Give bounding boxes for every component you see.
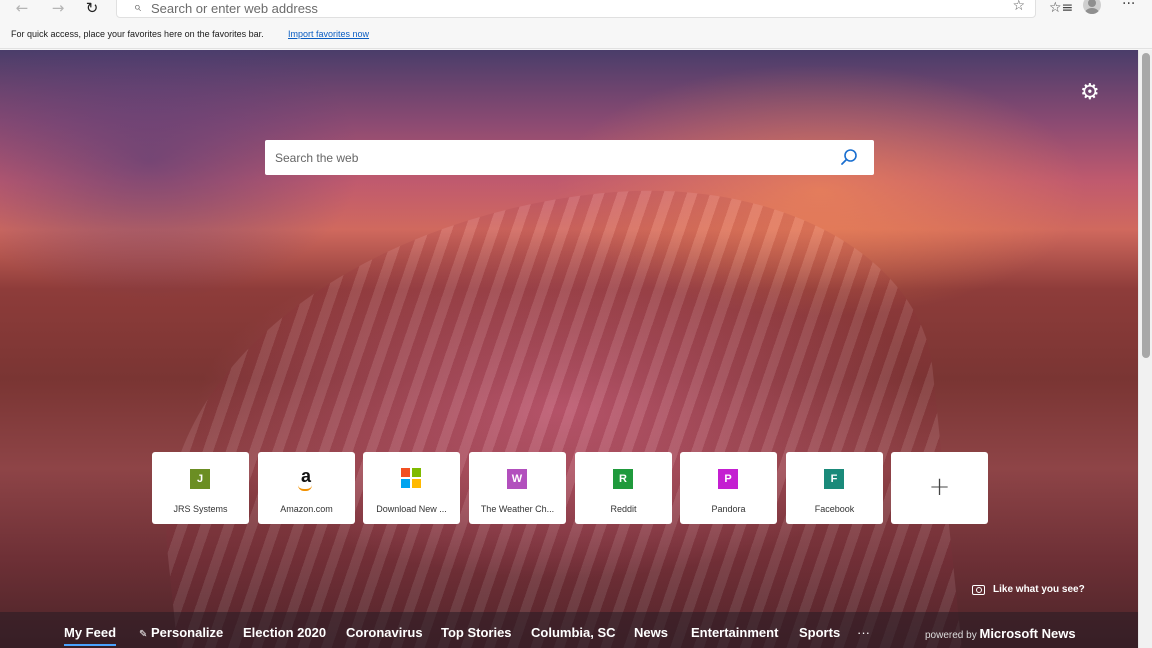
search-icon: ⌕ xyxy=(133,0,141,15)
camera-icon xyxy=(972,584,985,595)
more-tabs-button[interactable]: ··· xyxy=(857,625,870,640)
quick-link-amazon[interactable]: a Amazon.com xyxy=(258,452,355,524)
favorites-list-icon[interactable]: ☆≡ xyxy=(1049,0,1073,16)
microsoft-logo-icon xyxy=(401,468,421,488)
ellipsis-icon[interactable]: ··· xyxy=(1122,0,1135,12)
quick-link-facebook[interactable]: F Facebook xyxy=(786,452,883,524)
quick-link-download-new[interactable]: Download New ... xyxy=(363,452,460,524)
quick-link-label: JRS Systems xyxy=(173,504,228,514)
quick-link-reddit[interactable]: R Reddit xyxy=(575,452,672,524)
pandora-icon: P xyxy=(718,469,738,489)
forward-arrow-icon[interactable]: → xyxy=(46,0,70,17)
news-nav-bar: My Feed ✎ Personalize Election 2020 Coro… xyxy=(0,612,1138,648)
favorites-bar: For quick access, place your favorites h… xyxy=(0,20,1152,49)
tab-sports[interactable]: Sports xyxy=(799,625,840,640)
scrollbar-thumb[interactable] xyxy=(1142,53,1150,358)
jrs-systems-icon: J xyxy=(190,469,210,489)
quick-link-label: Reddit xyxy=(610,504,637,514)
page-scrollbar[interactable] xyxy=(1138,50,1152,648)
web-search-input[interactable] xyxy=(275,149,815,167)
tab-entertainment[interactable]: Entertainment xyxy=(691,625,778,640)
browser-toolbar: ← → ↻ ⌕ ☆ ☆≡ ··· xyxy=(0,0,1152,20)
tab-my-feed[interactable]: My Feed xyxy=(64,625,117,646)
star-icon[interactable]: ☆ xyxy=(1012,0,1025,14)
avatar[interactable] xyxy=(1083,0,1101,14)
weather-channel-icon: W xyxy=(507,469,527,489)
tab-election-2020[interactable]: Election 2020 xyxy=(243,625,326,640)
amazon-smile-icon xyxy=(298,485,312,491)
quick-link-pandora[interactable]: P Pandora xyxy=(680,452,777,524)
microsoft-news-brand: Microsoft News xyxy=(979,626,1076,641)
import-favorites-link[interactable]: Import favorites now xyxy=(288,29,369,39)
quick-link-label: The Weather Ch... xyxy=(480,504,555,514)
quick-link-weather-channel[interactable]: W The Weather Ch... xyxy=(469,452,566,524)
refresh-icon[interactable]: ↻ xyxy=(80,0,104,17)
like-text: Like what you see? xyxy=(993,584,1085,595)
gear-icon[interactable]: ⚙ xyxy=(1080,80,1100,105)
tab-top-stories[interactable]: Top Stories xyxy=(441,625,512,640)
tab-columbia-sc[interactable]: Columbia, SC xyxy=(531,625,616,640)
quick-link-label: Amazon.com xyxy=(280,504,333,514)
powered-by-text: powered by xyxy=(925,630,977,641)
back-arrow-icon[interactable]: ← xyxy=(10,0,34,17)
quick-link-label: Pandora xyxy=(711,504,746,514)
like-what-you-see-button[interactable]: Like what you see? xyxy=(972,584,1085,595)
powered-by: powered by Microsoft News xyxy=(925,626,1076,641)
reddit-icon: R xyxy=(613,469,633,489)
new-tab-page: ⚙ J JRS Systems a Amazon.com Download Ne… xyxy=(0,50,1138,648)
favorites-bar-message: For quick access, place your favorites h… xyxy=(11,29,264,39)
add-quick-link-button[interactable]: + xyxy=(891,452,988,524)
web-search-box[interactable] xyxy=(265,140,874,175)
tab-personalize-label: Personalize xyxy=(151,625,224,640)
quick-link-jrs-systems[interactable]: J JRS Systems xyxy=(152,452,249,524)
quick-link-label: Download New ... xyxy=(376,504,447,514)
plus-icon: + xyxy=(928,472,951,502)
facebook-icon: F xyxy=(824,469,844,489)
search-icon[interactable] xyxy=(840,148,858,166)
pencil-icon: ✎ xyxy=(139,629,148,640)
tab-news[interactable]: News xyxy=(634,625,668,640)
address-input[interactable] xyxy=(151,0,971,16)
quick-link-label: Facebook xyxy=(814,504,855,514)
address-bar[interactable]: ⌕ ☆ xyxy=(116,0,1036,18)
tab-coronavirus[interactable]: Coronavirus xyxy=(346,625,423,640)
tab-personalize[interactable]: ✎ Personalize xyxy=(139,625,223,640)
